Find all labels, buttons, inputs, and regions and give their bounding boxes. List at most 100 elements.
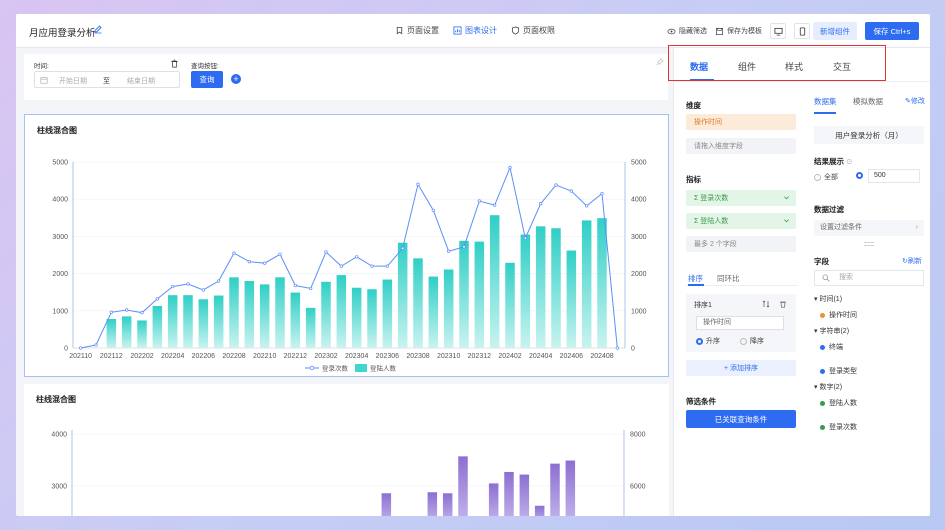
bar [534, 505, 545, 516]
add-sort-button[interactable]: + 添加排序 [686, 360, 796, 376]
edit-icon[interactable] [93, 24, 103, 34]
line-point [401, 246, 405, 250]
calendar-icon [40, 77, 48, 84]
x-tick-label: 202206 [192, 353, 215, 360]
line-point [109, 310, 113, 314]
x-tick-label: 202312 [468, 353, 491, 360]
metric-drop-zone[interactable]: 最多 2 个字段 [686, 236, 796, 252]
edit-label: 修改 [910, 98, 925, 105]
save-button[interactable]: 保存 Ctrl+s [865, 22, 919, 40]
line-point [508, 165, 512, 170]
number-field-dot [820, 424, 825, 430]
sort-desc-radio[interactable]: 降序 [740, 336, 764, 346]
field-item-login-users[interactable]: 登陆人数 [820, 398, 857, 408]
radio-checked-icon [856, 172, 863, 179]
edit-dataset-link[interactable]: ✎修改 [905, 96, 925, 106]
y-tick-right: 0 [631, 346, 635, 353]
pin-icon[interactable] [656, 58, 664, 66]
line-point [554, 183, 558, 187]
field-item-login-type[interactable]: 登录类型 [820, 366, 857, 376]
trash-icon[interactable] [170, 59, 179, 68]
save-template-button[interactable]: 保存为模板 [715, 26, 762, 36]
bar-line-chart-1: 0 1000 2000 3000 4000 5000 0 1000 2000 3000 4000 50… [52, 160, 646, 373]
field-item-terminal[interactable]: 终端 [820, 342, 843, 352]
end-date-placeholder[interactable]: 结束日期 [127, 76, 155, 86]
line-point [416, 182, 420, 186]
metric-field-pill-1[interactable]: Σ 登录次数 [686, 190, 796, 206]
bar [442, 493, 453, 516]
tab-mock-data[interactable]: 模拟数据 [853, 96, 883, 107]
field-item-operate-time[interactable]: 操作时间 [820, 310, 857, 320]
field-group-number[interactable]: ▾ 数字(2) [814, 382, 842, 392]
result-limit-input[interactable]: 500 [868, 169, 920, 183]
highlight-box [668, 45, 886, 81]
tab-dataset[interactable]: 数据集 [814, 96, 837, 107]
hide-filter-button[interactable]: 隐藏筛选 [667, 26, 707, 36]
metric-field-pill-2[interactable]: Σ 登陆人数 [686, 213, 796, 229]
field-group-time[interactable]: ▾ 时间(1) [814, 294, 842, 304]
trash-icon[interactable] [779, 300, 787, 308]
bar [413, 258, 423, 348]
drag-handle-icon[interactable] [864, 242, 874, 246]
result-all-radio[interactable]: 全部 [814, 172, 838, 182]
tab-yoy[interactable]: 同环比 [717, 273, 740, 284]
bar [167, 295, 178, 348]
line-point [171, 284, 175, 289]
y-tick-left: 4000 [52, 197, 68, 204]
sort-asc-radio[interactable]: 升序 [696, 336, 720, 346]
field-search-input[interactable]: 搜索 [814, 270, 924, 286]
linked-query-button[interactable]: 已关联查询条件 [686, 410, 796, 428]
new-component-button[interactable]: 新增组件 [813, 22, 857, 40]
fields-label: 字段 [814, 257, 829, 266]
help-icon[interactable]: ⊙ [846, 157, 852, 166]
line-point [539, 202, 543, 206]
sort-field-select[interactable]: 操作时间 [696, 316, 784, 330]
mobile-view-button[interactable] [794, 23, 810, 39]
number-field-dot [820, 400, 825, 406]
line-point [186, 282, 190, 286]
chevron-right-icon: › [915, 224, 918, 231]
chart-card-2[interactable]: 柱线混合图 4000 8000 3000 6000 [24, 384, 669, 516]
field-group-string[interactable]: ▾ 字符串(2) [814, 326, 849, 336]
x-tick-label: 202208 [222, 353, 245, 360]
x-tick-label: 202204 [161, 353, 184, 360]
tab-page-permission[interactable]: 页面权限 [511, 25, 555, 36]
metric-hint: 最多 2 个字段 [694, 241, 737, 248]
save-icon [715, 27, 724, 35]
dimension-field-name: 操作时间 [694, 119, 722, 126]
y-tick-right: 6000 [630, 484, 646, 491]
bar [581, 220, 592, 348]
tab-sort[interactable]: 排序 [688, 273, 703, 284]
y-tick-left: 2000 [52, 271, 68, 278]
chart-card-1[interactable]: 柱线混合图 0 1000 2000 3000 4000 5000 0 1000 2000 3000… [24, 114, 669, 377]
start-date-placeholder[interactable]: 开始日期 [59, 76, 87, 86]
field-group-number-label: 数字(2) [819, 384, 843, 391]
dataset-name-box[interactable]: 用户登录分析（月） [814, 126, 924, 144]
result-limit-radio[interactable] [856, 172, 863, 179]
tab-page-settings[interactable]: 页面设置 [395, 25, 439, 36]
data-filter-row[interactable]: 设置过滤条件 › [814, 220, 924, 236]
line-point [201, 288, 205, 292]
chevron-down-icon[interactable] [783, 194, 790, 201]
dimension-field-pill[interactable]: 操作时间 [686, 114, 796, 130]
query-button[interactable]: 查询 [191, 71, 223, 88]
bar [290, 292, 301, 348]
line-point [355, 255, 359, 259]
date-range-picker[interactable]: 开始日期 至 结束日期 [34, 71, 180, 88]
x-tick-label: 202408 [590, 353, 613, 360]
metric-label: 指标 [686, 175, 701, 184]
x-tick-label: 202210 [253, 353, 276, 360]
desktop-view-button[interactable] [770, 23, 786, 39]
tab-chart-design[interactable]: 图表设计 [453, 25, 497, 36]
dimension-drop-zone[interactable]: 请拖入维度字段 [686, 138, 796, 154]
sort-order-icon[interactable] [762, 300, 770, 308]
refresh-link[interactable]: ↻刷新 [902, 256, 922, 266]
chevron-down-icon[interactable] [783, 217, 790, 224]
add-filter-icon[interactable]: + [231, 74, 241, 84]
bar [520, 234, 531, 348]
field-item-login-count[interactable]: 登录次数 [820, 422, 857, 432]
bar [458, 456, 468, 516]
x-tick-label: 202202 [130, 353, 153, 360]
line-point [523, 236, 527, 240]
tablet-icon [799, 26, 805, 36]
